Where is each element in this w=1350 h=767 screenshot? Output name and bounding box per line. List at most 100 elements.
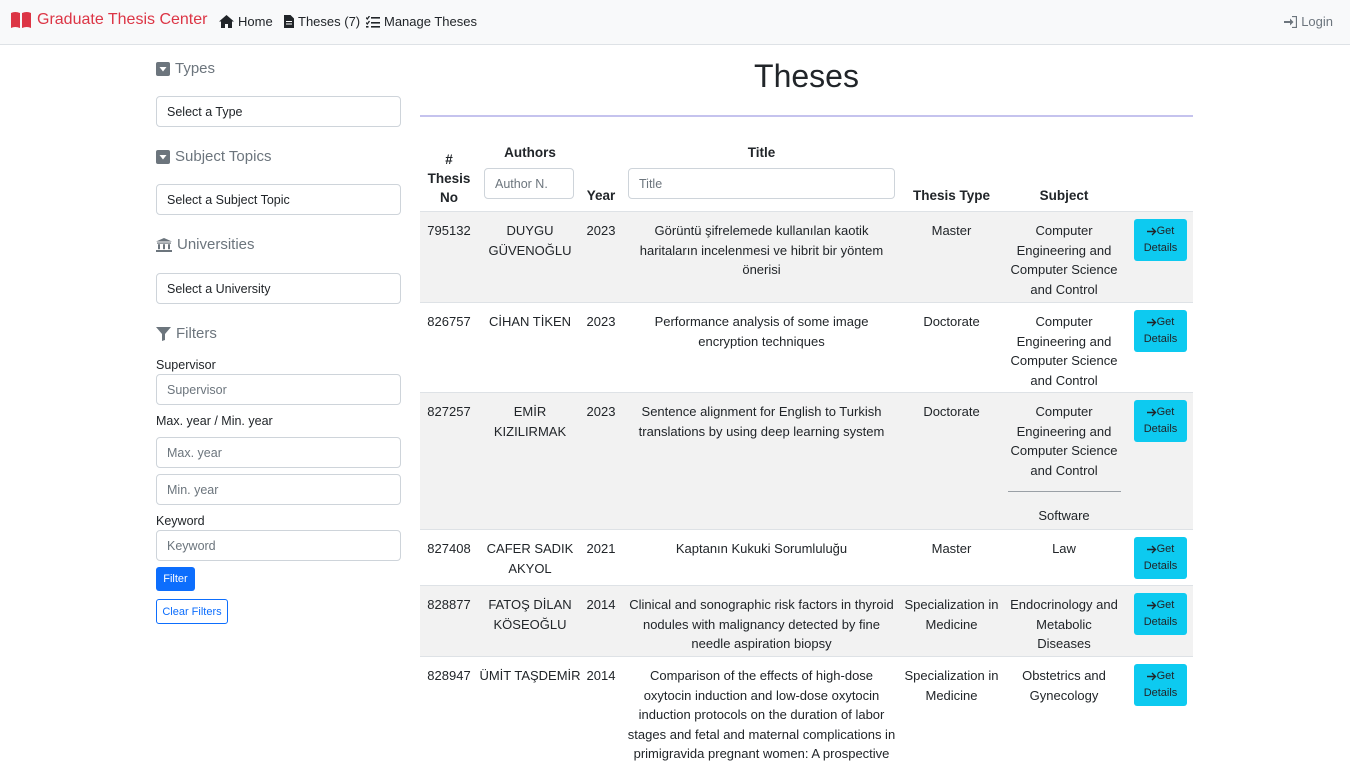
arrow-right-icon [1146, 227, 1157, 236]
keyword-label: Keyword [156, 514, 205, 528]
book-icon [11, 12, 31, 28]
get-details-line2: Details [1143, 616, 1178, 628]
title-divider [420, 115, 1193, 117]
types-heading-label: Types [175, 60, 216, 77]
university-icon [156, 237, 172, 252]
table-row: 827408 CAFER SADIK AKYOL 2021 Kaptanın K… [420, 529, 1193, 585]
get-details-line1: Get [1156, 406, 1175, 418]
supervisor-label: Supervisor [156, 358, 216, 372]
arrow-right-icon [1146, 672, 1157, 681]
nav-manage-label: Manage Theses [384, 14, 477, 29]
thesis-title: Comparison of the effects of high-dose o… [627, 668, 896, 767]
nav-home-label: Home [238, 14, 273, 29]
navbar: Graduate Thesis Center Home Theses (7) M… [0, 0, 1350, 45]
table-row: 795132 DUYGU GÜVENOĞLU 2023 Görüntü şifr… [420, 211, 1193, 302]
arrow-right-icon [1146, 545, 1157, 554]
thesis-type: Master [931, 223, 972, 238]
subject-topic-select[interactable]: Select a Subject Topic [156, 184, 401, 215]
get-details-button[interactable]: Get Details [1134, 219, 1187, 261]
header-authors: Authors [504, 145, 556, 160]
universities-heading[interactable]: Universities [156, 236, 255, 253]
thesis-type: Specialization in Medicine [904, 597, 999, 632]
thesis-year: 2014 [586, 668, 616, 683]
nav-theses[interactable]: Theses (7) [284, 14, 360, 29]
arrow-right-icon [1146, 318, 1157, 327]
subjects-heading[interactable]: Subject Topics [156, 148, 271, 165]
thesis-subject: Law [1052, 541, 1076, 556]
author-filter-input[interactable] [484, 168, 574, 199]
thesis-no: 828947 [427, 668, 471, 683]
get-details-line1: Get [1156, 225, 1175, 237]
thesis-no: 828877 [427, 597, 471, 612]
thesis-title: Performance analysis of some image encry… [654, 314, 869, 349]
arrow-right-icon [1146, 408, 1157, 417]
clear-filters-button[interactable]: Clear Filters [156, 599, 228, 624]
thesis-year: 2014 [586, 597, 616, 612]
thesis-type: Master [931, 541, 972, 556]
file-icon [284, 15, 294, 28]
thesis-author: CİHAN TİKEN [488, 314, 572, 329]
table-row: 827257 EMİR KIZILIRMAK 2023 Sentence ali… [420, 392, 1193, 529]
get-details-button[interactable]: Get Details [1134, 593, 1187, 635]
get-details-line2: Details [1143, 423, 1178, 435]
thesis-subject: Obstetrics and Gynecology [1022, 668, 1106, 703]
nav-login[interactable]: Login [1284, 14, 1333, 29]
filters-heading: Filters [156, 325, 217, 342]
thesis-subject-secondary: Software [1038, 508, 1090, 523]
header-thesis-no-line2: No [440, 190, 458, 205]
thesis-title: Sentence alignment for English to Turkis… [638, 404, 885, 439]
title-filter-input[interactable] [628, 168, 895, 199]
thesis-title: Görüntü şifrelemede kullanılan kaotik ha… [639, 223, 884, 277]
thesis-title: Clinical and sonographic risk factors in… [629, 597, 894, 651]
thesis-author: FATOŞ DİLAN KÖSEOĞLU [488, 597, 572, 632]
header-subject: Subject [1039, 188, 1089, 203]
get-details-button[interactable]: Get Details [1134, 310, 1187, 352]
thesis-type: Doctorate [923, 404, 980, 419]
filters-heading-label: Filters [176, 325, 217, 342]
universities-heading-label: Universities [177, 236, 255, 253]
thesis-subject: Computer Engineering and Computer Scienc… [1010, 314, 1118, 388]
get-details-line2: Details [1143, 560, 1178, 572]
list-check-icon [366, 15, 380, 28]
subject-divider [1008, 491, 1121, 492]
get-details-line1: Get [1156, 670, 1175, 682]
nav-theses-label: Theses (7) [298, 14, 361, 29]
min-year-input[interactable] [156, 474, 401, 505]
max-year-input[interactable] [156, 437, 401, 468]
thesis-no: 827257 [427, 404, 471, 419]
thesis-no: 826757 [427, 314, 471, 329]
get-details-line2: Details [1143, 242, 1178, 254]
thesis-type: Specialization in Medicine [904, 668, 999, 703]
caret-square-down-icon [156, 61, 170, 76]
header-thesis-type: Thesis Type [912, 188, 991, 203]
year-range-label: Max. year / Min. year [156, 414, 273, 428]
header-thesis-no-hash: # [445, 152, 453, 167]
types-heading[interactable]: Types [156, 60, 215, 77]
nav-home[interactable]: Home [219, 14, 273, 29]
type-select[interactable]: Select a Type [156, 96, 401, 127]
get-details-line1: Get [1156, 543, 1175, 555]
brand-link[interactable]: Graduate Thesis Center [10, 11, 207, 29]
supervisor-input[interactable] [156, 374, 401, 405]
thesis-type: Doctorate [923, 314, 980, 329]
university-select[interactable]: Select a University [156, 273, 401, 304]
arrow-right-icon [1146, 601, 1157, 610]
nav-manage[interactable]: Manage Theses [366, 14, 477, 29]
page-title: Theses [754, 58, 859, 94]
nav-login-label: Login [1301, 14, 1333, 29]
login-icon [1284, 15, 1298, 28]
thesis-year: 2023 [586, 404, 616, 419]
header-thesis-no: # Thesis No [420, 150, 478, 207]
filter-icon [156, 326, 171, 341]
get-details-button[interactable]: Get Details [1134, 400, 1187, 442]
thesis-title: Kaptanın Kukuki Sorumluluğu [675, 541, 848, 556]
thesis-author: CAFER SADIK AKYOL [486, 541, 574, 576]
keyword-input[interactable] [156, 530, 401, 561]
filter-button[interactable]: Filter [156, 567, 195, 591]
header-title: Title [747, 145, 776, 160]
get-details-button[interactable]: Get Details [1134, 537, 1187, 579]
thesis-no: 827408 [427, 541, 471, 556]
thesis-author: DUYGU GÜVENOĞLU [488, 223, 572, 258]
get-details-button[interactable]: Get Details [1134, 664, 1187, 706]
thesis-subject: Computer Engineering and Computer Scienc… [1010, 223, 1118, 297]
